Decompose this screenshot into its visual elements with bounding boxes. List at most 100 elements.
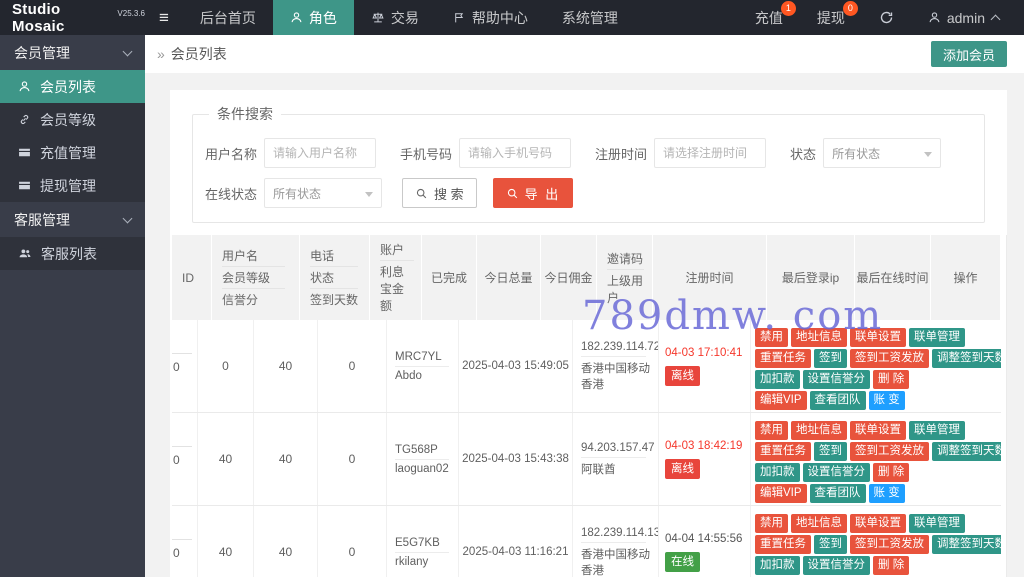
action-button[interactable]: 编辑VIP	[755, 484, 807, 503]
flag-icon	[453, 11, 466, 24]
action-button[interactable]: 联单管理	[909, 328, 965, 347]
cell-reg-time: 2025-04-03 15:49:05	[459, 320, 573, 412]
cell-ip: 182.239.114.72 香港中国移动香港	[573, 320, 659, 412]
nav-item-system[interactable]: 系统管理	[545, 0, 635, 35]
action-buttons: 禁用地址信息联单设置联单管理重置任务签到签到工资发放调整签到天数编 辑加扣款设置…	[751, 506, 1001, 577]
action-button[interactable]: 联单设置	[850, 514, 906, 533]
nav-item-trade[interactable]: 交易	[354, 0, 436, 35]
username: admin	[947, 10, 985, 26]
action-button[interactable]: 重置任务	[755, 349, 811, 368]
cell-invite: E5G7KB rkilany	[387, 506, 459, 577]
sidebar-item-member-level[interactable]: 会员等级	[0, 103, 145, 136]
regtime-input[interactable]	[654, 138, 766, 168]
sidebar-item-member-list[interactable]: 会员列表	[0, 70, 145, 103]
cell-clipped: 0	[172, 320, 198, 412]
action-button[interactable]: 查看团队	[810, 484, 866, 503]
person-icon	[928, 11, 941, 24]
cell-today-commission: 0	[318, 413, 387, 505]
phone-input[interactable]	[459, 138, 571, 168]
action-button[interactable]: 查看团队	[810, 391, 866, 410]
action-button[interactable]: 签到	[814, 349, 847, 368]
search-row-2: 在线状态 所有状态 搜 索	[205, 178, 972, 208]
action-button[interactable]: 设置信誉分	[803, 463, 871, 482]
chevron-down-icon	[924, 152, 932, 157]
col-completed: 已完成	[422, 235, 477, 320]
username-input[interactable]	[264, 138, 376, 168]
sidebar-group-member-mgmt[interactable]: 会员管理	[0, 35, 145, 70]
action-button[interactable]: 编辑VIP	[755, 391, 807, 410]
action-button[interactable]: 地址信息	[791, 514, 847, 533]
action-button[interactable]: 签到	[814, 535, 847, 554]
action-button[interactable]: 联单管理	[909, 421, 965, 440]
action-button[interactable]: 调整签到天数	[932, 442, 1001, 461]
action-button[interactable]: 删 除	[873, 556, 909, 575]
sidebar-item-withdraw-mgmt[interactable]: 提现管理	[0, 169, 145, 202]
action-button[interactable]: 重置任务	[755, 535, 811, 554]
action-button[interactable]: 账 变	[869, 484, 905, 503]
action-button[interactable]: 账 变	[869, 391, 905, 410]
action-button[interactable]: 禁用	[755, 514, 788, 533]
col-last-ip: 最后登录ip	[767, 235, 855, 320]
nav-item-help[interactable]: 帮助中心	[436, 0, 545, 35]
action-button[interactable]: 加扣款	[755, 556, 800, 575]
action-button[interactable]: 设置信誉分	[803, 556, 871, 575]
breadcrumb: » 会员列表 添加会员	[145, 35, 1024, 73]
app-logo: Studio Mosaic V25.3.6	[0, 0, 145, 35]
action-button[interactable]: 删 除	[873, 463, 909, 482]
sidebar-item-service-list[interactable]: 客服列表	[0, 237, 145, 270]
search-icon	[415, 187, 428, 200]
last-online-time: 04-03 18:42:19	[665, 440, 742, 452]
table-header-row: ID 用户名会员等级信誉分 电话状态签到天数 账户利息宝金额 已完成 今日总量 …	[172, 235, 1001, 320]
action-button[interactable]: 联单管理	[909, 514, 965, 533]
export-button[interactable]: 导 出	[493, 178, 574, 208]
action-button[interactable]: 加扣款	[755, 370, 800, 389]
nav-item-roles[interactable]: 角色	[273, 0, 354, 35]
withdraw-menu-item[interactable]: 提现 0	[800, 0, 862, 35]
action-button[interactable]: 签到工资发放	[850, 535, 929, 554]
online-status-badge: 离线	[665, 366, 700, 386]
refresh-icon	[879, 10, 894, 25]
username-label: 用户名称	[205, 144, 257, 163]
online-status-select[interactable]: 所有状态	[264, 178, 382, 208]
cell-completed: 40	[198, 413, 254, 505]
table-row: 0 0 40 0 MRC7YL Abdo 2025-04-03 15:49:05…	[172, 320, 1001, 413]
recharge-menu-item[interactable]: 充值 1	[738, 0, 800, 35]
main-content: » 会员列表 添加会员 条件搜索 用户名称 手机号码 注册时间	[145, 35, 1024, 577]
table-row: 0 40 40 0 TG568P laoguan02 2025-04-03 15…	[172, 413, 1001, 506]
col-actions: 操作	[931, 235, 1001, 320]
action-button[interactable]: 联单设置	[850, 421, 906, 440]
add-member-button[interactable]: 添加会员	[931, 41, 1007, 67]
search-button[interactable]: 搜 索	[402, 178, 477, 208]
table-body: 0 0 40 0 MRC7YL Abdo 2025-04-03 15:49:05…	[172, 320, 1001, 577]
user-menu[interactable]: admin	[911, 0, 1016, 35]
refresh-button[interactable]	[862, 0, 911, 35]
action-button[interactable]: 加扣款	[755, 463, 800, 482]
cell-invite: MRC7YL Abdo	[387, 320, 459, 412]
action-button[interactable]: 设置信誉分	[803, 370, 871, 389]
sidebar-item-recharge-mgmt[interactable]: 充值管理	[0, 136, 145, 169]
app-window: Studio Mosaic V25.3.6 ≡ 后台首页 角色 交易	[0, 0, 1024, 577]
col-invite-code: 邀请码上级用户	[597, 235, 653, 320]
action-button[interactable]: 地址信息	[791, 328, 847, 347]
sidebar-group-service-mgmt[interactable]: 客服管理	[0, 202, 145, 237]
cell-reg-time: 2025-04-03 11:16:21	[459, 506, 573, 577]
action-button[interactable]: 调整签到天数	[932, 349, 1001, 368]
action-button[interactable]: 签到工资发放	[850, 349, 929, 368]
hamburger-icon[interactable]: ≡	[145, 0, 183, 35]
action-button[interactable]: 删 除	[873, 370, 909, 389]
status-select[interactable]: 所有状态	[823, 138, 941, 168]
online-status-label: 在线状态	[205, 184, 257, 203]
page-title: 会员列表	[171, 44, 227, 64]
action-button[interactable]: 地址信息	[791, 421, 847, 440]
action-button[interactable]: 签到工资发放	[850, 442, 929, 461]
cell-reg-time: 2025-04-03 15:43:38	[459, 413, 573, 505]
action-button[interactable]: 重置任务	[755, 442, 811, 461]
cell-completed: 0	[198, 320, 254, 412]
action-button[interactable]: 联单设置	[850, 328, 906, 347]
action-button[interactable]: 调整签到天数	[932, 535, 1001, 554]
action-button[interactable]: 禁用	[755, 328, 788, 347]
nav-item-home[interactable]: 后台首页	[183, 0, 273, 35]
action-button[interactable]: 签到	[814, 442, 847, 461]
vertical-scrollbar[interactable]	[1006, 235, 1007, 577]
action-button[interactable]: 禁用	[755, 421, 788, 440]
